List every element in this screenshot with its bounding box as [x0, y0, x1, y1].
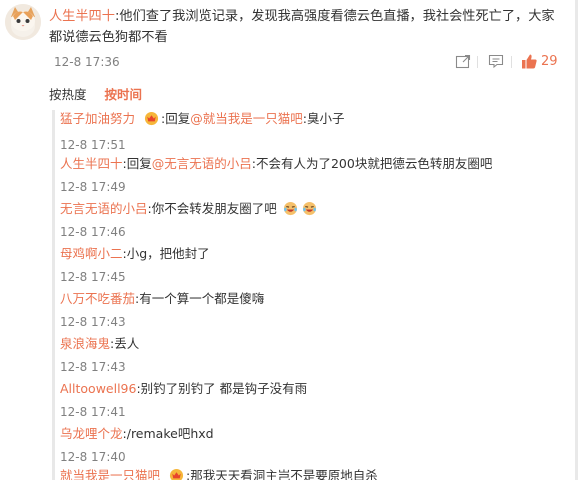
crown-badge-icon [144, 111, 159, 126]
comment-icon[interactable] [488, 53, 504, 71]
reply-timestamp: 12-8 17:49 [60, 180, 126, 194]
reply-text: :回复 [161, 111, 191, 126]
reply-username[interactable]: 乌龙哩个龙 [60, 426, 123, 441]
reply-username[interactable]: 人生半四十 [60, 156, 123, 171]
reply-username[interactable]: 泉浪海鬼 [60, 336, 110, 351]
reply-item: 母鸡啊小二:小g，把他封了 12-8 17:45 [60, 245, 210, 285]
reply-item: 乌龙哩个龙:/remake吧hxd 12-8 17:40 [60, 425, 214, 465]
reply-item: 八万不吃番茄:有一个算一个都是傻嗨 12-8 17:43 [60, 290, 264, 330]
reply-item: 人生半四十:回复@无言无语的小吕:不会有人为了200块就把德云色转朋友圈吧 12… [60, 155, 492, 195]
share-icon[interactable] [455, 53, 471, 71]
reply-mention[interactable]: @无言无语的小吕 [152, 156, 252, 171]
action-divider [477, 56, 478, 68]
avatar[interactable] [5, 4, 41, 40]
reply-item: 泉浪海鬼:丢人 12-8 17:43 [60, 335, 139, 375]
reply-text: :别钓了别钓了 都是钩子没有雨 [136, 381, 308, 396]
reply-username[interactable]: 猛子加油努力 [60, 111, 135, 126]
reply-username[interactable]: 无言无语的小吕 [60, 201, 148, 216]
reply-timestamp: 12-8 17:46 [60, 225, 126, 239]
reply-text: :丢人 [110, 336, 140, 351]
reply-text: :有一个算一个都是傻嗨 [135, 291, 265, 306]
reply-timestamp: 12-8 17:40 [60, 450, 126, 464]
reply-item: 无言无语的小吕:你不会转发朋友圈了吧 12-8 17:46 [60, 200, 319, 240]
reply-username[interactable]: 就当我是一只猫吧 [60, 468, 160, 480]
reply-text-rest: :臭小子 [302, 111, 345, 126]
reply-text: :你不会转发朋友圈了吧 [147, 201, 277, 216]
reply-item: 猛子加油努力 :回复@就当我是一只猫吧:臭小子 12-8 17:51 [60, 110, 344, 153]
reply-mention[interactable]: @就当我是一只猫吧 [190, 111, 303, 126]
reply-timestamp: 12-8 17:41 [60, 405, 126, 419]
thumbs-up-icon[interactable] [521, 53, 538, 71]
action-divider [511, 56, 512, 68]
reply-username[interactable]: Alltoowell96 [60, 381, 136, 396]
reply-text-rest: :不会有人为了200块就把德云色转朋友圈吧 [251, 156, 493, 171]
like-count: 29 [541, 54, 558, 69]
reply-item: 就当我是一只猫吧 :那我天天看洞主岂不是要原地自杀 [60, 467, 378, 480]
sort-by-time-tab[interactable]: 按时间 [105, 87, 143, 102]
reply-thread: 猛子加油努力 :回复@就当我是一只猫吧:臭小子 12-8 17:51 人生半四十… [52, 110, 570, 480]
reply-timestamp: 12-8 17:43 [60, 360, 126, 374]
reply-text: :/remake吧hxd [122, 426, 214, 441]
comment-actions: 29 [455, 53, 565, 73]
reply-timestamp: 12-8 17:43 [60, 315, 126, 329]
comment-body: :他们查了我浏览记录，发现我高强度看德云色直播，我社会性死亡了，大家都说德云色狗… [49, 9, 555, 45]
reply-text: :回复 [122, 156, 152, 171]
crown-badge-icon [169, 468, 184, 480]
laugh-cry-emoji-icon [302, 201, 316, 216]
laugh-cry-emoji-icon [283, 201, 297, 216]
reply-username[interactable]: 母鸡啊小二 [60, 246, 123, 261]
reply-timestamp: 12-8 17:45 [60, 270, 126, 284]
comment-text: 人生半四十:他们查了我浏览记录，发现我高强度看德云色直播，我社会性死亡了，大家都… [49, 6, 564, 48]
sort-tabs: 按热度 按时间 [49, 84, 142, 103]
reply-item: Alltoowell96:别钓了别钓了 都是钩子没有雨 12-8 17:41 [60, 380, 307, 420]
reply-username[interactable]: 八万不吃番茄 [60, 291, 135, 306]
reply-timestamp: 12-8 17:51 [60, 138, 126, 152]
reply-text: :那我天天看洞主岂不是要原地自杀 [186, 468, 378, 480]
sort-by-hot-tab[interactable]: 按热度 [49, 87, 87, 102]
comment-username[interactable]: 人生半四十 [49, 9, 115, 24]
comment-timestamp: 12-8 17:36 [54, 55, 120, 69]
reply-text: :小g，把他封了 [122, 246, 210, 261]
